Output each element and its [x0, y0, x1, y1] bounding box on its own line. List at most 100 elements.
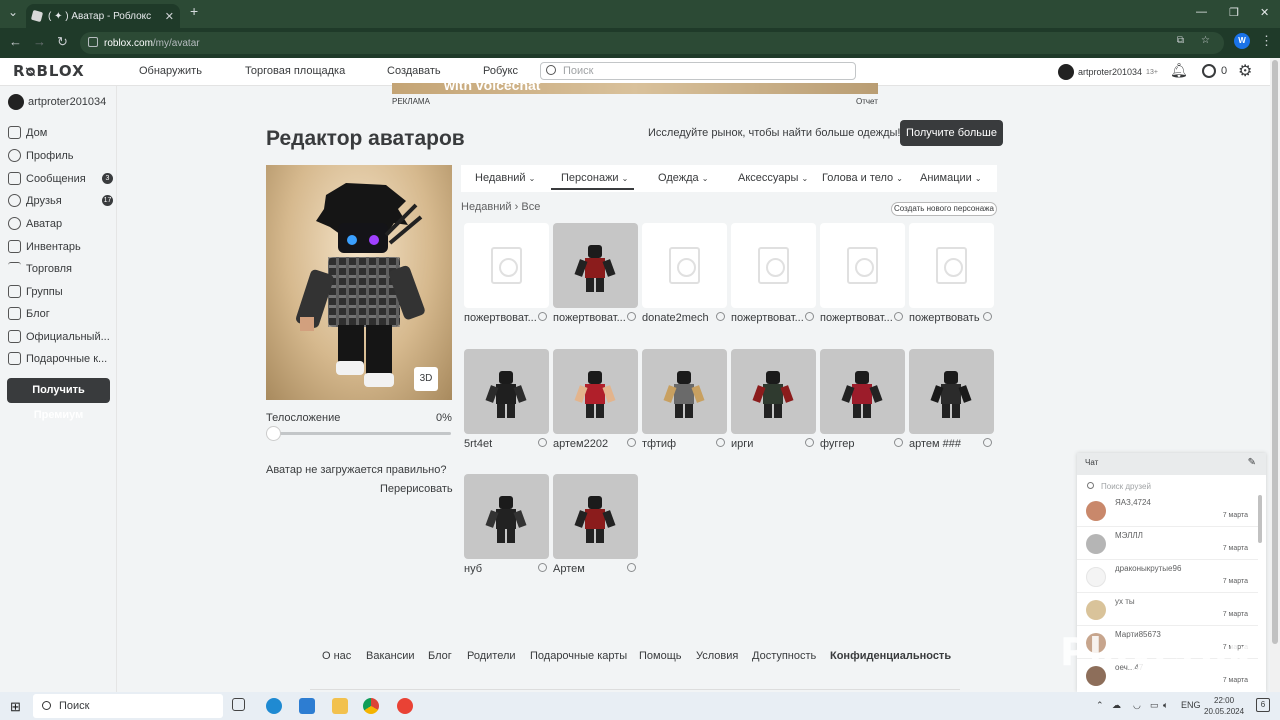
- user-menu[interactable]: artproter201034 13+: [1058, 64, 1158, 80]
- character-card[interactable]: [909, 349, 994, 434]
- character-settings-icon[interactable]: [805, 438, 814, 447]
- cloud-icon[interactable]: ☁: [1112, 700, 1121, 711]
- sidebar-item-gift-cards[interactable]: Подарочные к...: [8, 352, 113, 365]
- task-view-icon[interactable]: [232, 698, 245, 711]
- tab-accessories[interactable]: Аксессуары ⌄: [738, 172, 808, 184]
- character-settings-icon[interactable]: [805, 312, 814, 321]
- site-info-icon[interactable]: [88, 37, 98, 47]
- character-card[interactable]: [553, 349, 638, 434]
- footer-link-about[interactable]: О нас: [322, 650, 351, 662]
- sidebar-item-inventory[interactable]: Инвентарь: [8, 240, 113, 253]
- sidebar-item-avatar[interactable]: Аватар: [8, 217, 113, 230]
- create-new-character-button[interactable]: Создать нового персонажа: [891, 202, 997, 216]
- avatar-preview[interactable]: 3D: [266, 165, 452, 400]
- character-settings-icon[interactable]: [894, 312, 903, 321]
- character-settings-icon[interactable]: [716, 438, 725, 447]
- footer-link-parents[interactable]: Родители: [467, 650, 516, 662]
- nav-discover[interactable]: Обнаружить: [139, 65, 202, 77]
- url-field[interactable]: roblox.com/my/avatar ⧉ ☆: [80, 32, 1224, 54]
- footer-link-help[interactable]: Помощь: [639, 650, 682, 662]
- nav-robux[interactable]: Робукс: [483, 65, 518, 77]
- chat-header[interactable]: Чат ✎: [1077, 453, 1266, 475]
- maximize-icon[interactable]: ❐: [1229, 6, 1239, 19]
- breadcrumb-recent[interactable]: Недавний: [461, 201, 512, 213]
- get-more-button[interactable]: Получите больше: [900, 120, 1003, 146]
- character-card[interactable]: [731, 223, 816, 308]
- sidebar-item-groups[interactable]: Группы: [8, 285, 113, 298]
- mail-icon[interactable]: [299, 698, 315, 714]
- chat-scrollbar[interactable]: [1258, 495, 1262, 543]
- character-card[interactable]: [464, 349, 549, 434]
- footer-link-blog[interactable]: Блог: [428, 650, 452, 662]
- file-explorer-icon[interactable]: [332, 698, 348, 714]
- tab-characters[interactable]: Персонажи ⌄: [551, 172, 635, 190]
- character-card[interactable]: [731, 349, 816, 434]
- notifications-bell-icon[interactable]: 🔔︎: [1170, 62, 1188, 79]
- chat-row[interactable]: драконыкрутые96 7 марта: [1077, 561, 1258, 593]
- tab-recent[interactable]: Недавний ⌄: [475, 172, 535, 184]
- windows-start-icon[interactable]: ⊞: [10, 699, 21, 715]
- tray-overflow-icon[interactable]: ⌃: [1096, 700, 1104, 711]
- character-card[interactable]: [553, 474, 638, 559]
- robux-icon[interactable]: [1202, 64, 1216, 78]
- browser-profile-avatar[interactable]: W: [1234, 33, 1250, 49]
- browser-menu-icon[interactable]: ⋮: [1260, 33, 1273, 49]
- footer-link-privacy[interactable]: Конфиденциальность: [830, 650, 951, 662]
- taskbar-clock[interactable]: 22:00 20.05.2024: [1204, 695, 1244, 717]
- redraw-link[interactable]: Перерисовать: [380, 483, 453, 495]
- new-tab-icon[interactable]: +: [190, 3, 198, 19]
- body-type-slider[interactable]: [266, 426, 451, 441]
- character-card[interactable]: [642, 349, 727, 434]
- character-settings-icon[interactable]: [894, 438, 903, 447]
- tab-list-icon[interactable]: ⌄: [8, 5, 18, 19]
- tab-animations[interactable]: Анимации ⌄: [920, 172, 982, 184]
- character-card[interactable]: [820, 349, 905, 434]
- sidebar-item-friends[interactable]: Друзья 17: [8, 194, 113, 207]
- translate-icon[interactable]: ⧉: [1177, 35, 1184, 46]
- tab-head-body[interactable]: Голова и тело ⌄: [822, 172, 903, 184]
- page-scrollbar-thumb[interactable]: [1272, 60, 1278, 644]
- ad-banner[interactable]: with voicechat: [392, 83, 878, 94]
- character-settings-icon[interactable]: [627, 312, 636, 321]
- footer-link-terms[interactable]: Условия: [696, 650, 738, 662]
- character-settings-icon[interactable]: [983, 312, 992, 321]
- chat-row[interactable]: ух ты 7 марта: [1077, 594, 1258, 626]
- close-tab-icon[interactable]: ✕: [165, 10, 174, 23]
- roblox-app-icon[interactable]: [397, 698, 413, 714]
- bookmark-star-icon[interactable]: ☆: [1201, 35, 1210, 46]
- character-settings-icon[interactable]: [538, 312, 547, 321]
- get-premium-button[interactable]: Получить Премиум: [7, 378, 110, 421]
- forward-icon[interactable]: →: [33, 34, 46, 49]
- character-settings-icon[interactable]: [627, 438, 636, 447]
- taskbar-search[interactable]: Поиск: [33, 694, 223, 718]
- edge-icon[interactable]: [266, 698, 282, 714]
- character-settings-icon[interactable]: [627, 563, 636, 572]
- nav-create[interactable]: Создавать: [387, 65, 441, 77]
- network-icon[interactable]: ▭: [1150, 700, 1159, 711]
- character-settings-icon[interactable]: [983, 438, 992, 447]
- character-card[interactable]: [464, 474, 549, 559]
- character-card[interactable]: [909, 223, 994, 308]
- settings-gear-icon[interactable]: ⚙: [1238, 61, 1252, 81]
- close-window-icon[interactable]: ✕: [1260, 6, 1269, 19]
- character-card[interactable]: [553, 223, 638, 308]
- volume-icon[interactable]: 🔈︎: [1163, 700, 1168, 711]
- sidebar-item-home[interactable]: Дом: [8, 126, 113, 139]
- sidebar-item-messages[interactable]: Сообщения 3: [8, 172, 113, 185]
- character-settings-icon[interactable]: [716, 312, 725, 321]
- sidebar-item-official-store[interactable]: Официальный...: [8, 330, 113, 343]
- ad-report-link[interactable]: Отчет: [856, 97, 878, 106]
- chat-row[interactable]: МЭЛЛЛ 7 марта: [1077, 528, 1258, 560]
- footer-link-accessibility[interactable]: Доступность: [752, 650, 816, 662]
- reload-icon[interactable]: ↻: [57, 34, 68, 50]
- roblox-logo[interactable]: RᴓBLOX: [13, 62, 85, 80]
- wifi-icon[interactable]: ◡: [1133, 700, 1141, 711]
- sidebar-user[interactable]: artproter201034: [8, 94, 106, 110]
- footer-link-jobs[interactable]: Вакансии: [366, 650, 415, 662]
- new-chat-icon[interactable]: ✎: [1248, 457, 1256, 468]
- minimize-icon[interactable]: —: [1196, 6, 1207, 18]
- chat-search-input[interactable]: Поиск друзей: [1077, 475, 1266, 495]
- character-card[interactable]: [820, 223, 905, 308]
- character-settings-icon[interactable]: [538, 438, 547, 447]
- chrome-icon[interactable]: [363, 698, 379, 714]
